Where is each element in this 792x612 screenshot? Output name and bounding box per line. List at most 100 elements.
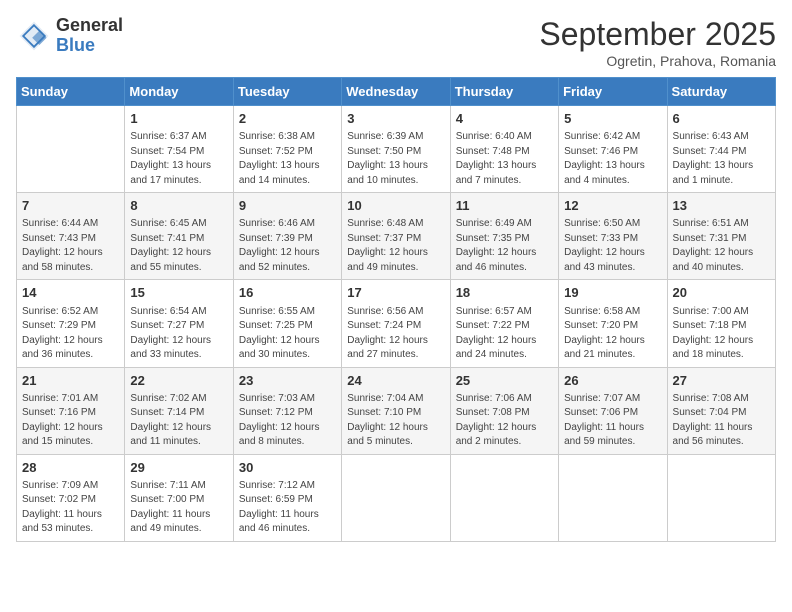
- day-number: 12: [564, 197, 661, 215]
- table-row: 23 Sunrise: 7:03 AMSunset: 7:12 PMDayligh…: [233, 367, 341, 454]
- day-info: Sunrise: 7:00 AMSunset: 7:18 PMDaylight:…: [673, 305, 770, 363]
- table-row: 20 Sunrise: 7:00 AMSunset: 7:18 PMDayligh…: [667, 280, 775, 367]
- table-row: 30Sunrise: 7:12 AMSunset: 6:59 PMDayligh…: [233, 454, 341, 541]
- day-info: Sunrise: 7:06 AMSunset: 7:08 PMDaylight:…: [456, 392, 553, 450]
- table-row: 27Sunrise: 7:08 AMSunset: 7:04 PMDayligh…: [667, 367, 775, 454]
- day-info: Sunrise: 6:50 AMSunset: 7:33 PMDaylight:…: [564, 217, 661, 275]
- table-row: 8Sunrise: 6:45 AMSunset: 7:41 PMDaylight…: [125, 193, 233, 280]
- month-title: September 2025: [539, 16, 776, 53]
- table-row: 25 Sunrise: 7:06 AMSunset: 7:08 PMDayligh…: [450, 367, 558, 454]
- table-row: [559, 454, 667, 541]
- table-row: 15Sunrise: 6:54 AMSunset: 7:27 PMDayligh…: [125, 280, 233, 367]
- day-number: 18: [456, 284, 553, 302]
- day-number: 4: [456, 110, 553, 128]
- table-row: 13 Sunrise: 6:51 AMSunset: 7:31 PMDayligh…: [667, 193, 775, 280]
- calendar-header-row: Sunday Monday Tuesday Wednesday Thursday…: [17, 78, 776, 106]
- day-number: 22: [130, 372, 227, 390]
- day-number: 7: [22, 197, 119, 215]
- table-row: 9 Sunrise: 6:46 AMSunset: 7:39 PMDaylight…: [233, 193, 341, 280]
- day-number: 30: [239, 459, 336, 477]
- table-row: 22 Sunrise: 7:02 AMSunset: 7:14 PMDayligh…: [125, 367, 233, 454]
- table-row: 21Sunrise: 7:01 AMSunset: 7:16 PMDayligh…: [17, 367, 125, 454]
- table-row: 12 Sunrise: 6:50 AMSunset: 7:33 PMDayligh…: [559, 193, 667, 280]
- day-info: Sunrise: 6:44 AMSunset: 7:43 PMDaylight:…: [22, 217, 119, 275]
- day-number: 10: [347, 197, 444, 215]
- day-info: Sunrise: 6:38 AMSunset: 7:52 PMDaylight:…: [239, 130, 336, 188]
- day-number: 19: [564, 284, 661, 302]
- calendar-week-row: 7 Sunrise: 6:44 AMSunset: 7:43 PMDaylight…: [17, 193, 776, 280]
- table-row: [667, 454, 775, 541]
- calendar-week-row: 21Sunrise: 7:01 AMSunset: 7:16 PMDayligh…: [17, 367, 776, 454]
- col-tuesday: Tuesday: [233, 78, 341, 106]
- table-row: [342, 454, 450, 541]
- day-info: Sunrise: 7:02 AMSunset: 7:14 PMDaylight:…: [130, 392, 227, 450]
- day-number: 14: [22, 284, 119, 302]
- day-info: Sunrise: 6:43 AMSunset: 7:44 PMDaylight:…: [673, 130, 770, 188]
- day-info: Sunrise: 6:37 AMSunset: 7:54 PMDaylight:…: [130, 130, 227, 188]
- day-info: Sunrise: 7:08 AMSunset: 7:04 PMDaylight:…: [673, 392, 770, 450]
- table-row: [450, 454, 558, 541]
- table-row: 10 Sunrise: 6:48 AMSunset: 7:37 PMDayligh…: [342, 193, 450, 280]
- table-row: 16 Sunrise: 6:55 AMSunset: 7:25 PMDayligh…: [233, 280, 341, 367]
- col-wednesday: Wednesday: [342, 78, 450, 106]
- title-block: September 2025 Ogretin, Prahova, Romania: [539, 16, 776, 69]
- day-info: Sunrise: 6:51 AMSunset: 7:31 PMDaylight:…: [673, 217, 770, 275]
- table-row: 29 Sunrise: 7:11 AMSunset: 7:00 PMDayligh…: [125, 454, 233, 541]
- day-info: Sunrise: 7:01 AMSunset: 7:16 PMDaylight:…: [22, 392, 119, 450]
- day-info: Sunrise: 7:11 AMSunset: 7:00 PMDaylight:…: [130, 479, 227, 537]
- logo-general-text: General: [56, 16, 123, 36]
- calendar-week-row: 14 Sunrise: 6:52 AMSunset: 7:29 PMDayligh…: [17, 280, 776, 367]
- calendar-table: Sunday Monday Tuesday Wednesday Thursday…: [16, 77, 776, 542]
- day-number: 1: [130, 110, 227, 128]
- calendar-week-row: 1 Sunrise: 6:37 AMSunset: 7:54 PMDaylight…: [17, 106, 776, 193]
- day-number: 20: [673, 284, 770, 302]
- logo-text: General Blue: [56, 16, 123, 56]
- day-info: Sunrise: 7:03 AMSunset: 7:12 PMDaylight:…: [239, 392, 336, 450]
- col-monday: Monday: [125, 78, 233, 106]
- day-info: Sunrise: 7:04 AMSunset: 7:10 PMDaylight:…: [347, 392, 444, 450]
- day-info: Sunrise: 6:49 AMSunset: 7:35 PMDaylight:…: [456, 217, 553, 275]
- day-number: 16: [239, 284, 336, 302]
- table-row: 6 Sunrise: 6:43 AMSunset: 7:44 PMDaylight…: [667, 106, 775, 193]
- col-sunday: Sunday: [17, 78, 125, 106]
- day-number: 13: [673, 197, 770, 215]
- day-number: 23: [239, 372, 336, 390]
- day-info: Sunrise: 6:45 AMSunset: 7:41 PMDaylight:…: [130, 217, 227, 275]
- day-number: 28: [22, 459, 119, 477]
- day-info: Sunrise: 6:39 AMSunset: 7:50 PMDaylight:…: [347, 130, 444, 188]
- day-number: 5: [564, 110, 661, 128]
- table-row: 28 Sunrise: 7:09 AMSunset: 7:02 PMDayligh…: [17, 454, 125, 541]
- day-number: 24: [347, 372, 444, 390]
- table-row: 24 Sunrise: 7:04 AMSunset: 7:10 PMDayligh…: [342, 367, 450, 454]
- day-number: 6: [673, 110, 770, 128]
- table-row: 11Sunrise: 6:49 AMSunset: 7:35 PMDayligh…: [450, 193, 558, 280]
- day-info: Sunrise: 7:07 AMSunset: 7:06 PMDaylight:…: [564, 392, 661, 450]
- col-friday: Friday: [559, 78, 667, 106]
- table-row: 3 Sunrise: 6:39 AMSunset: 7:50 PMDaylight…: [342, 106, 450, 193]
- table-row: 26 Sunrise: 7:07 AMSunset: 7:06 PMDayligh…: [559, 367, 667, 454]
- day-number: 26: [564, 372, 661, 390]
- location-subtitle: Ogretin, Prahova, Romania: [539, 53, 776, 69]
- col-thursday: Thursday: [450, 78, 558, 106]
- table-row: 1 Sunrise: 6:37 AMSunset: 7:54 PMDaylight…: [125, 106, 233, 193]
- day-info: Sunrise: 6:40 AMSunset: 7:48 PMDaylight:…: [456, 130, 553, 188]
- table-row: 19Sunrise: 6:58 AMSunset: 7:20 PMDayligh…: [559, 280, 667, 367]
- table-row: 5Sunrise: 6:42 AMSunset: 7:46 PMDaylight…: [559, 106, 667, 193]
- table-row: 14 Sunrise: 6:52 AMSunset: 7:29 PMDayligh…: [17, 280, 125, 367]
- day-info: Sunrise: 6:52 AMSunset: 7:29 PMDaylight:…: [22, 305, 119, 363]
- day-info: Sunrise: 6:48 AMSunset: 7:37 PMDaylight:…: [347, 217, 444, 275]
- page-header: General Blue September 2025 Ogretin, Pra…: [16, 16, 776, 69]
- day-info: Sunrise: 6:57 AMSunset: 7:22 PMDaylight:…: [456, 305, 553, 363]
- day-number: 3: [347, 110, 444, 128]
- table-row: 2Sunrise: 6:38 AMSunset: 7:52 PMDaylight…: [233, 106, 341, 193]
- day-info: Sunrise: 7:09 AMSunset: 7:02 PMDaylight:…: [22, 479, 119, 537]
- table-row: 7 Sunrise: 6:44 AMSunset: 7:43 PMDaylight…: [17, 193, 125, 280]
- day-number: 29: [130, 459, 227, 477]
- table-row: 17Sunrise: 6:56 AMSunset: 7:24 PMDayligh…: [342, 280, 450, 367]
- logo-icon: [16, 18, 52, 54]
- day-info: Sunrise: 6:46 AMSunset: 7:39 PMDaylight:…: [239, 217, 336, 275]
- day-info: Sunrise: 6:55 AMSunset: 7:25 PMDaylight:…: [239, 305, 336, 363]
- day-number: 9: [239, 197, 336, 215]
- logo-blue-text: Blue: [56, 36, 123, 56]
- day-number: 25: [456, 372, 553, 390]
